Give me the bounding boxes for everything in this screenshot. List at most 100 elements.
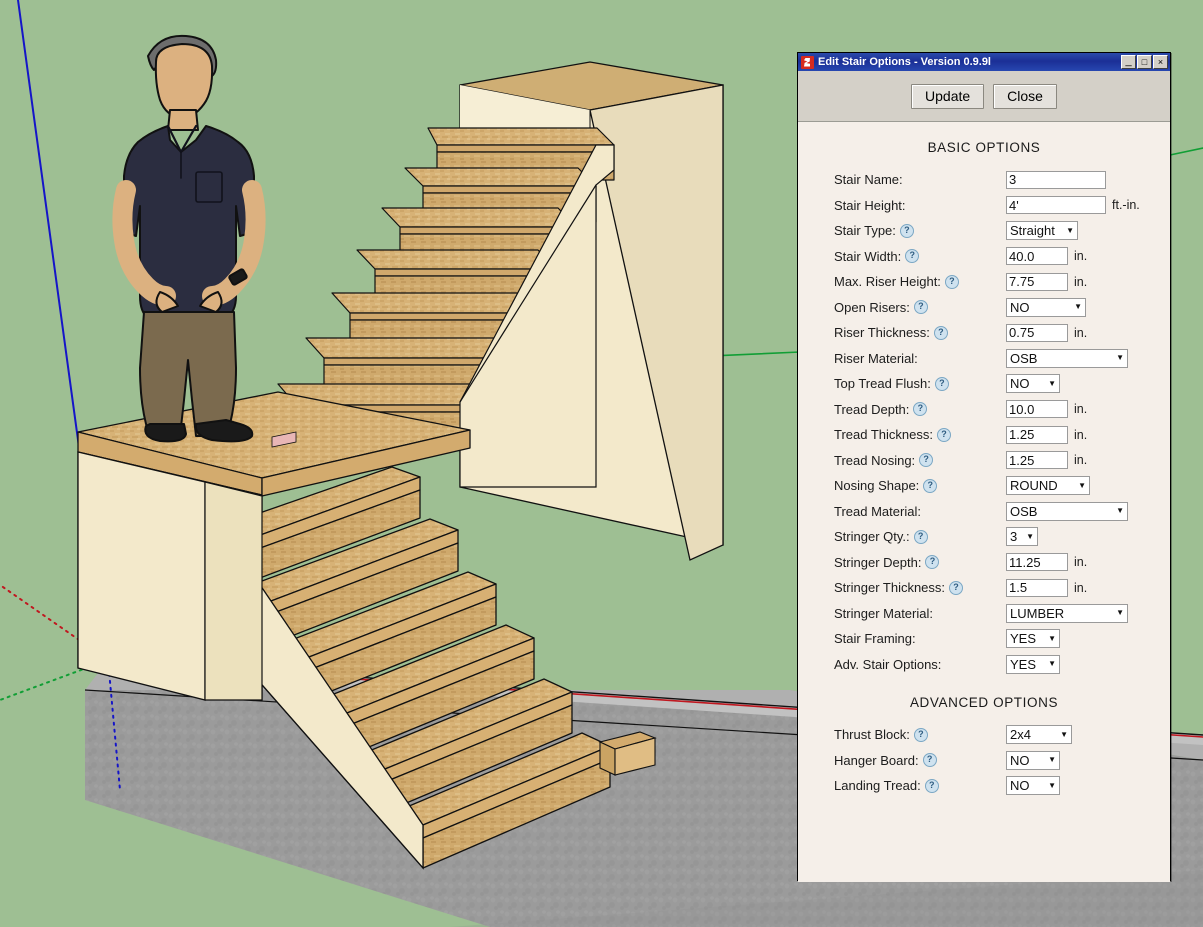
help-icon-nosing-shape[interactable]: ? [923, 478, 938, 493]
help-icon-stair-width[interactable]: ? [905, 249, 920, 264]
chevron-down-icon: ▼ [1116, 506, 1124, 516]
chevron-down-icon: ▼ [1116, 353, 1124, 363]
help-icon-max-riser-height[interactable]: ? [944, 274, 959, 289]
select-value: OSB [1010, 350, 1038, 366]
select-stair-type[interactable]: Straight ▼ [1006, 221, 1078, 241]
help-icon-tread-nosing[interactable]: ? [919, 453, 934, 468]
field-label-stringer-thickness: Stringer Thickness:? [834, 580, 1006, 595]
input-tread-depth[interactable] [1006, 400, 1068, 419]
select-stair-framing[interactable]: YES ▼ [1006, 629, 1060, 649]
field-control-stringer-thickness: in. [1006, 578, 1088, 597]
label-text: Nosing Shape: [834, 478, 920, 494]
minimize-button[interactable]: _ [1121, 55, 1136, 69]
field-row-thrust-block: Thrust Block:? 2x4 ▼ [834, 722, 1170, 748]
field-control-riser-thickness: in. [1006, 323, 1087, 342]
field-label-riser-material: Riser Material: [834, 351, 1006, 366]
field-row-landing-tread: Landing Tread:? NO ▼ [834, 773, 1170, 799]
help-icon-tread-depth[interactable]: ? [913, 402, 928, 417]
input-riser-thickness[interactable] [1006, 323, 1068, 342]
field-row-stringer-material: Stringer Material: LUMBER ▼ [834, 601, 1170, 627]
select-stringer-qty[interactable]: 3 ▼ [1006, 527, 1038, 547]
select-value: ROUND [1010, 478, 1058, 494]
label-text: Riser Thickness: [834, 325, 930, 341]
maximize-button[interactable]: □ [1137, 55, 1152, 69]
field-control-stringer-qty: 3 ▼ [1006, 527, 1038, 547]
help-icon-hanger-board[interactable]: ? [922, 753, 937, 768]
close-button[interactable]: × [1153, 55, 1168, 69]
help-icon-stringer-thickness[interactable]: ? [949, 580, 964, 595]
field-label-tread-nosing: Tread Nosing:? [834, 453, 1006, 468]
select-adv-stair-options[interactable]: YES ▼ [1006, 654, 1060, 674]
field-label-adv-stair-options: Adv. Stair Options: [834, 657, 1006, 672]
edit-stair-options-dialog[interactable]: Edit Stair Options - Version 0.9.9l _ □ … [797, 52, 1171, 882]
close-dialog-button[interactable]: Close [993, 83, 1057, 109]
select-value: YES [1010, 631, 1037, 647]
field-control-adv-stair-options: YES ▼ [1006, 654, 1060, 674]
window-controls: _ □ × [1121, 55, 1168, 69]
input-stringer-thickness[interactable] [1006, 578, 1068, 597]
field-row-tread-material: Tread Material: OSB ▼ [834, 499, 1170, 525]
input-stair-height[interactable] [1006, 196, 1106, 215]
input-tread-thickness[interactable] [1006, 425, 1068, 444]
close-icon: × [1157, 56, 1164, 67]
unit-label-stringer-thickness: in. [1074, 580, 1088, 595]
chevron-down-icon: ▼ [1048, 755, 1056, 765]
input-stringer-depth[interactable] [1006, 553, 1068, 572]
input-max-riser-height[interactable] [1006, 272, 1068, 291]
unit-label-tread-depth: in. [1074, 402, 1088, 417]
select-top-tread-flush[interactable]: NO ▼ [1006, 374, 1060, 394]
help-icon-top-tread-flush[interactable]: ? [934, 376, 949, 391]
update-button[interactable]: Update [911, 83, 985, 109]
field-control-hanger-board: NO ▼ [1006, 750, 1060, 770]
dialog-titlebar[interactable]: Edit Stair Options - Version 0.9.9l _ □ … [798, 53, 1170, 71]
select-nosing-shape[interactable]: ROUND ▼ [1006, 476, 1090, 496]
label-text: Hanger Board: [834, 752, 919, 768]
section-heading-basic-options: BASIC OPTIONS [927, 140, 1041, 155]
select-stringer-material[interactable]: LUMBER ▼ [1006, 603, 1128, 623]
help-icon-riser-thickness[interactable]: ? [933, 325, 948, 340]
help-icon-landing-tread[interactable]: ? [924, 778, 939, 793]
select-value: NO [1010, 299, 1030, 315]
maximize-icon: □ [1141, 56, 1148, 67]
section-heading-advanced-options: ADVANCED OPTIONS [909, 695, 1059, 710]
field-label-landing-tread: Landing Tread:? [834, 778, 1006, 793]
select-tread-material[interactable]: OSB ▼ [1006, 501, 1128, 521]
field-row-hanger-board: Hanger Board:? NO ▼ [834, 748, 1170, 774]
label-text: Stair Name: [834, 172, 903, 188]
label-text: Tread Thickness: [834, 427, 933, 443]
section-rows-basic-options: Stair Name: Stair Height: ft.-in. Stair Typ… [798, 167, 1170, 677]
field-label-tread-depth: Tread Depth:? [834, 402, 1006, 417]
input-stair-name[interactable] [1006, 170, 1106, 189]
help-icon-stair-type[interactable]: ? [899, 223, 914, 238]
help-icon-stringer-depth[interactable]: ? [925, 555, 940, 570]
select-open-risers[interactable]: NO ▼ [1006, 297, 1086, 317]
field-label-stringer-material: Stringer Material: [834, 606, 1006, 621]
label-text: Tread Material: [834, 503, 921, 519]
field-row-riser-thickness: Riser Thickness:? in. [834, 320, 1170, 346]
select-value: Straight [1010, 223, 1055, 239]
input-stair-width[interactable] [1006, 247, 1068, 266]
field-control-nosing-shape: ROUND ▼ [1006, 476, 1090, 496]
field-row-riser-material: Riser Material: OSB ▼ [834, 346, 1170, 372]
select-value: 2x4 [1010, 727, 1031, 743]
field-row-tread-depth: Tread Depth:? in. [834, 397, 1170, 423]
select-thrust-block[interactable]: 2x4 ▼ [1006, 725, 1072, 745]
select-landing-tread[interactable]: NO ▼ [1006, 776, 1060, 796]
select-riser-material[interactable]: OSB ▼ [1006, 348, 1128, 368]
help-icon-tread-thickness[interactable]: ? [937, 427, 951, 442]
label-text: Tread Nosing: [834, 452, 916, 468]
help-icon-open-risers[interactable]: ? [913, 300, 928, 315]
chevron-down-icon: ▼ [1078, 480, 1086, 490]
field-control-stair-height: ft.-in. [1006, 196, 1140, 215]
field-label-max-riser-height: Max. Riser Height:? [834, 274, 1006, 289]
label-text: Tread Depth: [834, 401, 910, 417]
dialog-title: Edit Stair Options - Version 0.9.9l [818, 56, 991, 68]
label-text: Stair Type: [834, 223, 896, 239]
help-icon-stringer-qty[interactable]: ? [913, 529, 928, 544]
dialog-body: BASIC OPTIONS Stair Name: Stair Height: ft.… [798, 122, 1170, 882]
select-hanger-board[interactable]: NO ▼ [1006, 750, 1060, 770]
label-text: Stair Width: [834, 248, 902, 264]
help-icon-thrust-block[interactable]: ? [913, 727, 928, 742]
input-tread-nosing[interactable] [1006, 451, 1068, 470]
field-label-stair-width: Stair Width:? [834, 249, 1006, 264]
